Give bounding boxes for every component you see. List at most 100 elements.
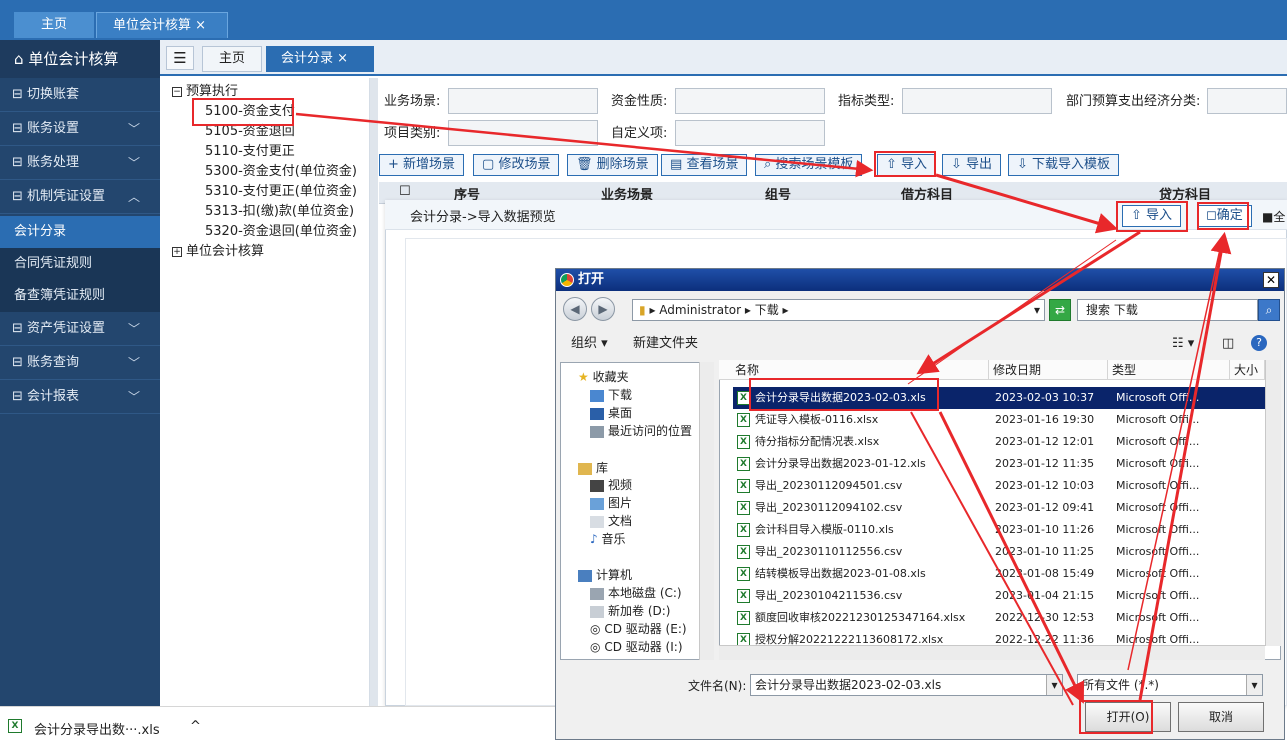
filetype-select[interactable]: 所有文件 (*.*) ▾ [1077,674,1263,696]
scene-input[interactable] [448,88,598,114]
chevron-up-icon[interactable]: ^ [190,719,201,734]
sidebar-item-account-settings[interactable]: ⊟ 账务设置 ﹀ [0,112,160,146]
top-tab-home[interactable]: 主页 [14,12,94,38]
col-type[interactable]: 类型 [1108,360,1230,380]
sidebar-item-voucher-settings[interactable]: ⊟ 机制凭证设置 ︿ [0,180,160,214]
nav-music[interactable]: ♪ 音乐 [590,530,626,548]
select-all-checkbox[interactable]: ☐ [399,184,411,199]
file-row[interactable]: X 导出_20230104211536.csv 2023-01-04 21:15 Mi… [733,585,1265,607]
download-filename[interactable]: 会计分录导出数···.xls [34,719,160,738]
tree-node-5300[interactable]: 5300-资金支付(单位资金) [205,162,357,182]
tree-node-unit-accounting[interactable]: + 单位会计核算 [172,242,264,262]
sidebar-item-account-query[interactable]: ⊟ 账务查询 ﹀ [0,346,160,380]
close-icon[interactable]: × [337,51,348,66]
chevron-down-icon[interactable]: ▾ [1034,300,1040,320]
file-row[interactable]: X 导出_20230110112556.csv 2023-01-10 11:25 Mi… [733,541,1265,563]
col-modified[interactable]: 修改日期 [989,360,1108,380]
library-icon [578,462,592,475]
indicator-input[interactable] [902,88,1052,114]
nav-desktop[interactable]: 桌面 [590,404,632,422]
file-type: Microsoft Offi... [1116,589,1200,602]
search-input[interactable]: 搜索 下载 [1077,299,1258,321]
nav-cd-i[interactable]: ◎ CD 驱动器 (I:) [590,638,683,656]
new-folder-button[interactable]: 新建文件夹 [633,334,698,354]
sidebar-subitem-memo-rules[interactable]: 备查簿凭证规则 [0,280,160,312]
nav-disk-c[interactable]: 本地磁盘 (C:) [590,584,682,602]
nav-pictures[interactable]: 图片 [590,494,632,512]
tab-home[interactable]: 主页 [202,46,262,72]
file-row[interactable]: X 导出_20230112094501.csv 2023-01-12 10:03 Mi… [733,475,1265,497]
project-input[interactable] [448,120,598,146]
tree-node-5310[interactable]: 5310-支付更正(单位资金) [205,182,357,202]
col-size[interactable]: 大小 [1230,360,1265,380]
export-button[interactable]: ⇩ 导出 [942,154,1002,176]
preview-all-checkbox[interactable]: ■全 [1262,208,1285,225]
sidebar-item-reports[interactable]: ⊟ 会计报表 ﹀ [0,380,160,414]
refresh-button[interactable]: ⇄ [1049,299,1071,321]
nav-vol-d[interactable]: 新加卷 (D:) [590,602,670,620]
nav-downloads[interactable]: 下载 [590,386,632,404]
nav-cd-e[interactable]: ◎ CD 驱动器 (E:) [590,620,687,638]
nav-documents[interactable]: 文档 [590,512,632,530]
view-scene-button[interactable]: ▤ 查看场景 [661,154,748,176]
menu-toggle-button[interactable]: ☰ [166,46,194,70]
back-button[interactable]: ◀ [563,297,587,321]
tree-node-5313[interactable]: 5313-扣(缴)款(单位资金) [205,202,354,222]
chevron-down-icon[interactable]: ▾ [1246,675,1262,695]
file-list-horizontal-scrollbar[interactable] [719,645,1265,660]
nav-video[interactable]: 视频 [590,476,632,494]
file-row[interactable]: X 结转模板导出数据2023-01-08.xls 2023-01-08 15:49 M… [733,563,1265,585]
nav-label: 最近访问的位置 [608,424,693,438]
fund-input[interactable] [675,88,825,114]
file-date: 2022-12-22 11:36 [995,633,1095,645]
file-row[interactable]: X 额度回收审核20221230125347164.xlsx 2022-12-30 … [733,607,1265,629]
nav-scrollbar[interactable] [699,362,714,660]
sidebar-item-account-processing[interactable]: ⊟ 账务处理 ﹀ [0,146,160,180]
nav-favorites[interactable]: ★ 收藏夹 [578,368,629,386]
sidebar-subitem-contract-rules[interactable]: 合同凭证规则 [0,248,160,280]
nav-recent[interactable]: 最近访问的位置 [590,422,692,440]
forward-button[interactable]: ▶ [591,297,615,321]
nav-computer[interactable]: 计算机 [578,566,632,584]
col-name[interactable]: 名称 [731,360,989,380]
tab-accounting-entry[interactable]: 会计分录 × [266,46,374,72]
file-list-vertical-scrollbar[interactable] [1265,360,1281,646]
tree-node-5110[interactable]: 5110-支付更正 [205,142,295,162]
search-icon[interactable]: ⌕ [1258,299,1280,321]
delete-scene-button[interactable]: 🗑 删除场景 [567,154,658,176]
expand-icon[interactable]: + [172,246,182,257]
file-type: Microsoft Offi... [1116,479,1200,492]
file-row[interactable]: X 授权分解20221222113608172.xlsx 2022-12-22 11… [733,629,1265,645]
file-row[interactable]: X 会计分录导出数据2023-01-12.xls 2023-01-12 11:35 M… [733,453,1265,475]
edit-scene-button[interactable]: ▢ 修改场景 [473,154,560,176]
file-row[interactable]: X 会计科目导入模版-0110.xls 2023-01-10 11:26 Micros… [733,519,1265,541]
file-row[interactable]: X 凭证导入模板-0116.xlsx 2023-01-16 19:30 Microso… [733,409,1265,431]
dept-input[interactable] [1207,88,1287,114]
file-row[interactable]: X 待分指标分配情况表.xlsx 2023-01-12 12:01 Microsoft… [733,431,1265,453]
close-icon[interactable]: ✕ [1263,272,1279,288]
organize-menu[interactable]: 组织 ▾ [571,334,608,354]
sidebar-item-switch-book[interactable]: ⊟ 切换账套 [0,78,160,112]
collapse-icon[interactable]: − [172,86,182,97]
button-label: 修改场景 [498,157,551,172]
file-row[interactable]: X 导出_20230112094102.csv 2023-01-12 09:41 Mi… [733,497,1265,519]
address-bar[interactable]: ▮ ▸ Administrator ▸ 下载 ▸ ▾ [632,299,1045,321]
help-icon[interactable]: ? [1251,335,1267,351]
close-icon[interactable]: × [195,18,206,33]
cancel-button[interactable]: 取消 [1178,702,1264,732]
tree-node-5320[interactable]: 5320-资金退回(单位资金) [205,222,357,242]
sidebar-subitem-accounting-entry[interactable]: 会计分录 [0,216,160,248]
add-scene-button[interactable]: + 新增场景 [379,154,465,176]
top-tab-unit-accounting[interactable]: 单位会计核算 × [96,12,228,38]
search-scene-template-button[interactable]: ⌕ 搜索场景模板 [755,154,863,176]
filename-input[interactable]: 会计分录导出数据2023-02-03.xls ▾ [750,674,1063,696]
download-template-button[interactable]: ⇩ 下载导入模板 [1008,154,1120,176]
sidebar-item-asset-voucher[interactable]: ⊟ 资产凭证设置 ﹀ [0,312,160,346]
custom-input[interactable] [675,120,825,146]
splitter[interactable] [370,78,378,706]
folder-icon: ▮ [639,303,646,317]
nav-libraries[interactable]: 库 [578,459,608,477]
view-options-icon[interactable]: ☷ ▾ [1172,334,1194,354]
preview-pane-icon[interactable]: ◫ [1222,334,1234,354]
chevron-down-icon[interactable]: ▾ [1046,675,1062,695]
